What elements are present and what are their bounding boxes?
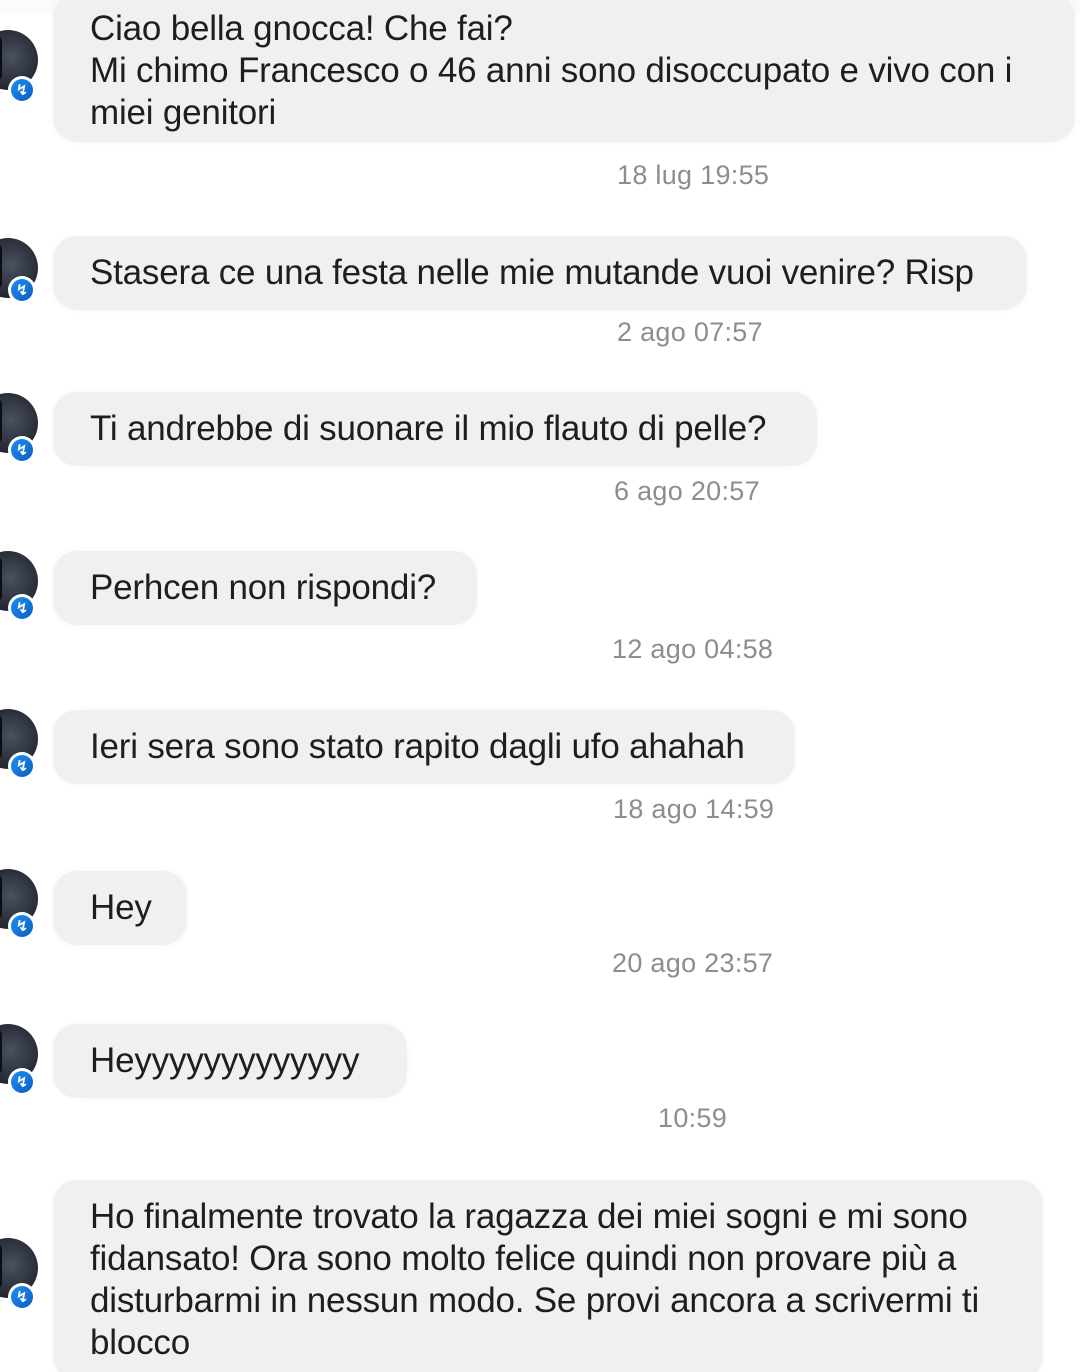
message-timestamp: 20 ago 23:57: [612, 948, 774, 978]
message-text: miei genitori: [90, 93, 277, 132]
message-timestamp: 2 ago 07:57: [617, 317, 763, 347]
message-bubble[interactable]: Heyyyyyyyyyyyyy: [53, 1024, 407, 1098]
message-bubble[interactable]: Perhcen non rispondi?: [53, 551, 477, 625]
message-timestamp: 12 ago 04:58: [612, 634, 774, 664]
messenger-icon: ↯: [8, 1068, 36, 1096]
messenger-icon: ↯: [8, 912, 36, 940]
messenger-icon: ↯: [8, 276, 36, 304]
message-timestamp: 6 ago 20:57: [614, 476, 760, 506]
messenger-icon: ↯: [8, 1283, 36, 1311]
message-timestamp: 18 ago 14:59: [613, 794, 775, 824]
message-bubble[interactable]: Ho finalmente trovato la ragazza dei mie…: [53, 1180, 1043, 1372]
message-bubble[interactable]: Ciao bella gnocca! Che fai? Mi chimo Fra…: [53, 0, 1075, 142]
message-bubble[interactable]: Stasera ce una festa nelle mie mutande v…: [53, 236, 1027, 310]
message-bubble[interactable]: Ti andrebbe di suonare il mio flauto di …: [53, 392, 817, 466]
messenger-icon: ↯: [8, 594, 36, 622]
message-bubble[interactable]: Ieri sera sono stato rapito dagli ufo ah…: [53, 710, 795, 784]
chat-thread: ↯ Ciao bella gnocca! Che fai? Mi chimo F…: [0, 0, 1080, 1372]
message-text: Stasera ce una festa nelle mie mutande v…: [90, 253, 974, 292]
message-text: fidansato! Ora sono molto felice quindi …: [90, 1239, 957, 1278]
message-text: Heyyyyyyyyyyyyy: [90, 1041, 360, 1080]
message-text: Perhcen non rispondi?: [90, 568, 437, 607]
message-text: Ieri sera sono stato rapito dagli ufo ah…: [90, 727, 745, 766]
message-bubble[interactable]: Hey: [53, 871, 187, 945]
messenger-icon: ↯: [8, 436, 36, 464]
message-text: Ho finalmente trovato la ragazza dei mie…: [90, 1197, 968, 1236]
message-text: disturbarmi in nessun modo. Se provi anc…: [90, 1281, 980, 1320]
messenger-icon: ↯: [8, 752, 36, 780]
message-timestamp: 18 lug 19:55: [617, 160, 770, 190]
message-text: Hey: [90, 888, 152, 927]
message-text: Ti andrebbe di suonare il mio flauto di …: [90, 409, 767, 448]
message-text: Mi chimo Francesco o 46 anni sono disocc…: [90, 51, 1013, 90]
message-text: Ciao bella gnocca! Che fai?: [90, 9, 513, 48]
message-text: blocco: [90, 1323, 190, 1362]
messenger-icon: ↯: [8, 76, 36, 104]
message-timestamp: 10:59: [658, 1103, 728, 1133]
